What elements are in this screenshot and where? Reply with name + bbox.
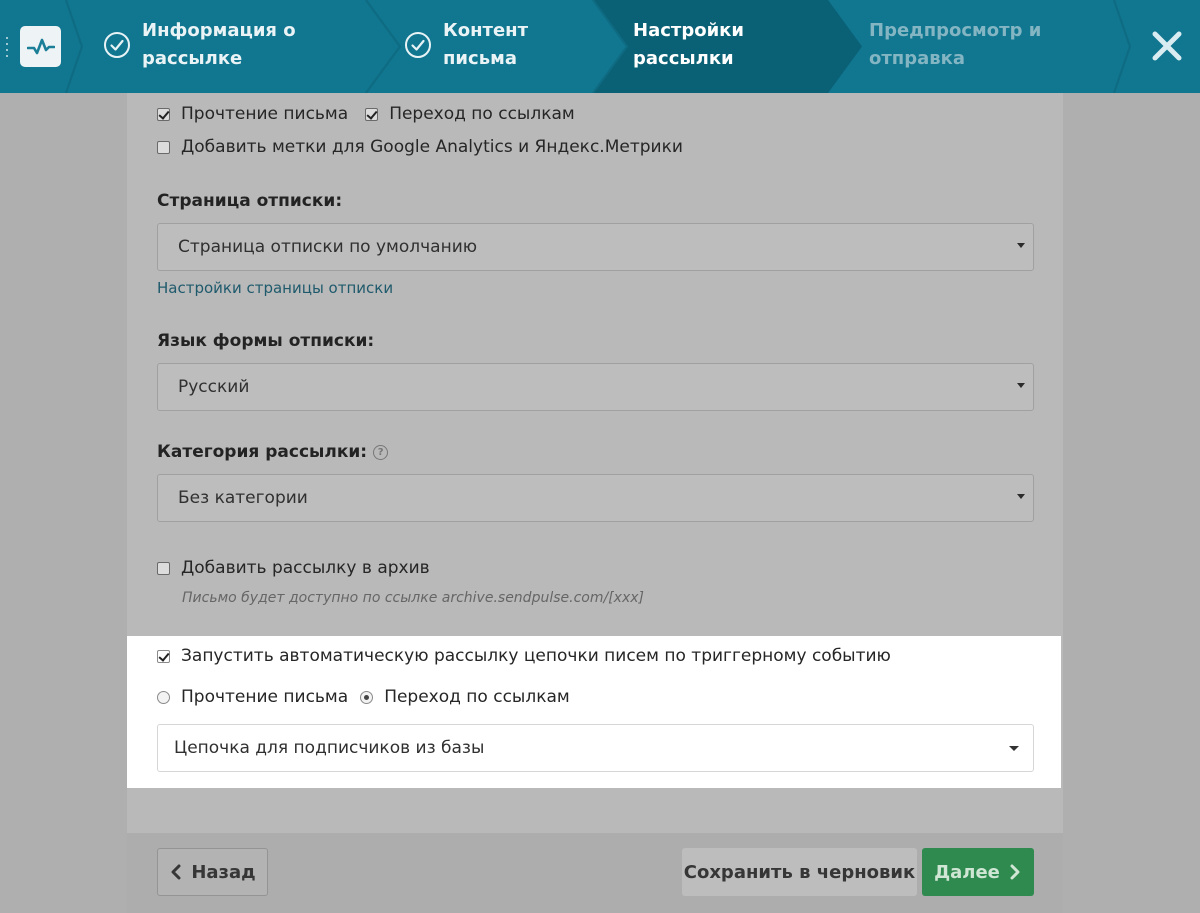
unsubscribe-page-select[interactable]: Страница отписки по умолчанию — [157, 223, 1034, 271]
archive-checkbox[interactable] — [157, 561, 170, 575]
pulse-logo-icon[interactable] — [20, 26, 61, 67]
unsubscribe-settings-link[interactable]: Настройки страницы отписки — [157, 279, 393, 297]
utm-option: Добавить метки для Google Analytics и Ян… — [157, 136, 683, 158]
select-value: Цепочка для подписчиков из базы — [174, 738, 485, 758]
caret-down-icon — [1017, 494, 1025, 499]
save-draft-button[interactable]: Сохранить в черновик — [682, 848, 917, 896]
track-click-label: Переход по ссылкам — [389, 104, 575, 124]
category-select[interactable]: Без категории — [157, 474, 1034, 522]
autoresponder-label: Запустить автоматическую рассылку цепочк… — [181, 646, 891, 666]
caret-down-icon — [1009, 746, 1019, 751]
check-circle-icon — [104, 32, 130, 58]
utm-checkbox[interactable] — [157, 140, 170, 154]
back-button[interactable]: Назад — [157, 848, 268, 896]
question-circle-icon[interactable]: ? — [373, 444, 389, 460]
select-value: Без категории — [178, 488, 308, 508]
track-click-checkbox[interactable] — [365, 107, 379, 121]
wizard-header: Информация о рассылке Контент письма Нас… — [0, 0, 1200, 93]
category-label: Категория рассылки: — [157, 442, 368, 462]
caret-down-icon — [1017, 383, 1025, 388]
category-label-row: Категория рассылки: ? — [157, 442, 389, 462]
trigger-click-label: Переход по ссылкам — [384, 687, 570, 707]
step-content[interactable]: Контент письма — [404, 17, 553, 73]
trigger-open-label: Прочтение письма — [181, 687, 349, 707]
step-settings[interactable]: Настройки рассылки — [633, 17, 763, 73]
trigger-click-radio[interactable] — [360, 690, 374, 704]
chevron-right-icon — [1010, 864, 1020, 880]
step-info[interactable]: Информация о рассылке — [103, 17, 332, 73]
next-label: Далее — [934, 861, 1000, 883]
save-draft-label: Сохранить в черновик — [683, 861, 916, 883]
utm-label: Добавить метки для Google Analytics и Ян… — [181, 137, 683, 157]
check-circle-icon — [405, 32, 431, 58]
trigger-open-radio[interactable] — [157, 690, 170, 704]
trigger-options: Прочтение письма Переход по ссылкам — [157, 686, 570, 708]
caret-down-icon — [1017, 243, 1025, 248]
step-label: Настройки рассылки — [633, 20, 745, 69]
chain-select[interactable]: Цепочка для подписчиков из базы — [157, 724, 1034, 772]
select-value: Русский — [178, 377, 250, 397]
autoresponder-option: Запустить автоматическую рассылку цепочк… — [157, 645, 891, 667]
tracking-options: Прочтение письма Переход по ссылкам — [157, 103, 575, 125]
unsubscribe-page-label: Страница отписки: — [157, 191, 343, 211]
close-icon[interactable] — [1151, 30, 1183, 62]
autoresponder-checkbox[interactable] — [157, 649, 170, 663]
select-value: Страница отписки по умолчанию — [178, 237, 478, 257]
archive-option: Добавить рассылку в архив — [157, 557, 430, 579]
archive-hint: Письмо будет доступно по ссылке archive.… — [182, 590, 644, 606]
step-label: Предпросмотр и отправка — [869, 20, 1042, 69]
step-label: Информация о рассылке — [142, 20, 296, 69]
unsubscribe-language-label: Язык формы отписки: — [157, 331, 375, 351]
track-open-label: Прочтение письма — [181, 104, 349, 124]
unsubscribe-language-select[interactable]: Русский — [157, 363, 1034, 411]
next-button[interactable]: Далее — [922, 848, 1034, 896]
step-preview[interactable]: Предпросмотр и отправка — [869, 17, 1069, 73]
archive-label: Добавить рассылку в архив — [181, 558, 430, 578]
chevron-left-icon — [171, 864, 181, 880]
drag-handle-icon[interactable] — [5, 37, 9, 57]
back-label: Назад — [191, 861, 256, 883]
track-open-checkbox[interactable] — [157, 107, 170, 121]
step-label: Контент письма — [443, 20, 529, 69]
